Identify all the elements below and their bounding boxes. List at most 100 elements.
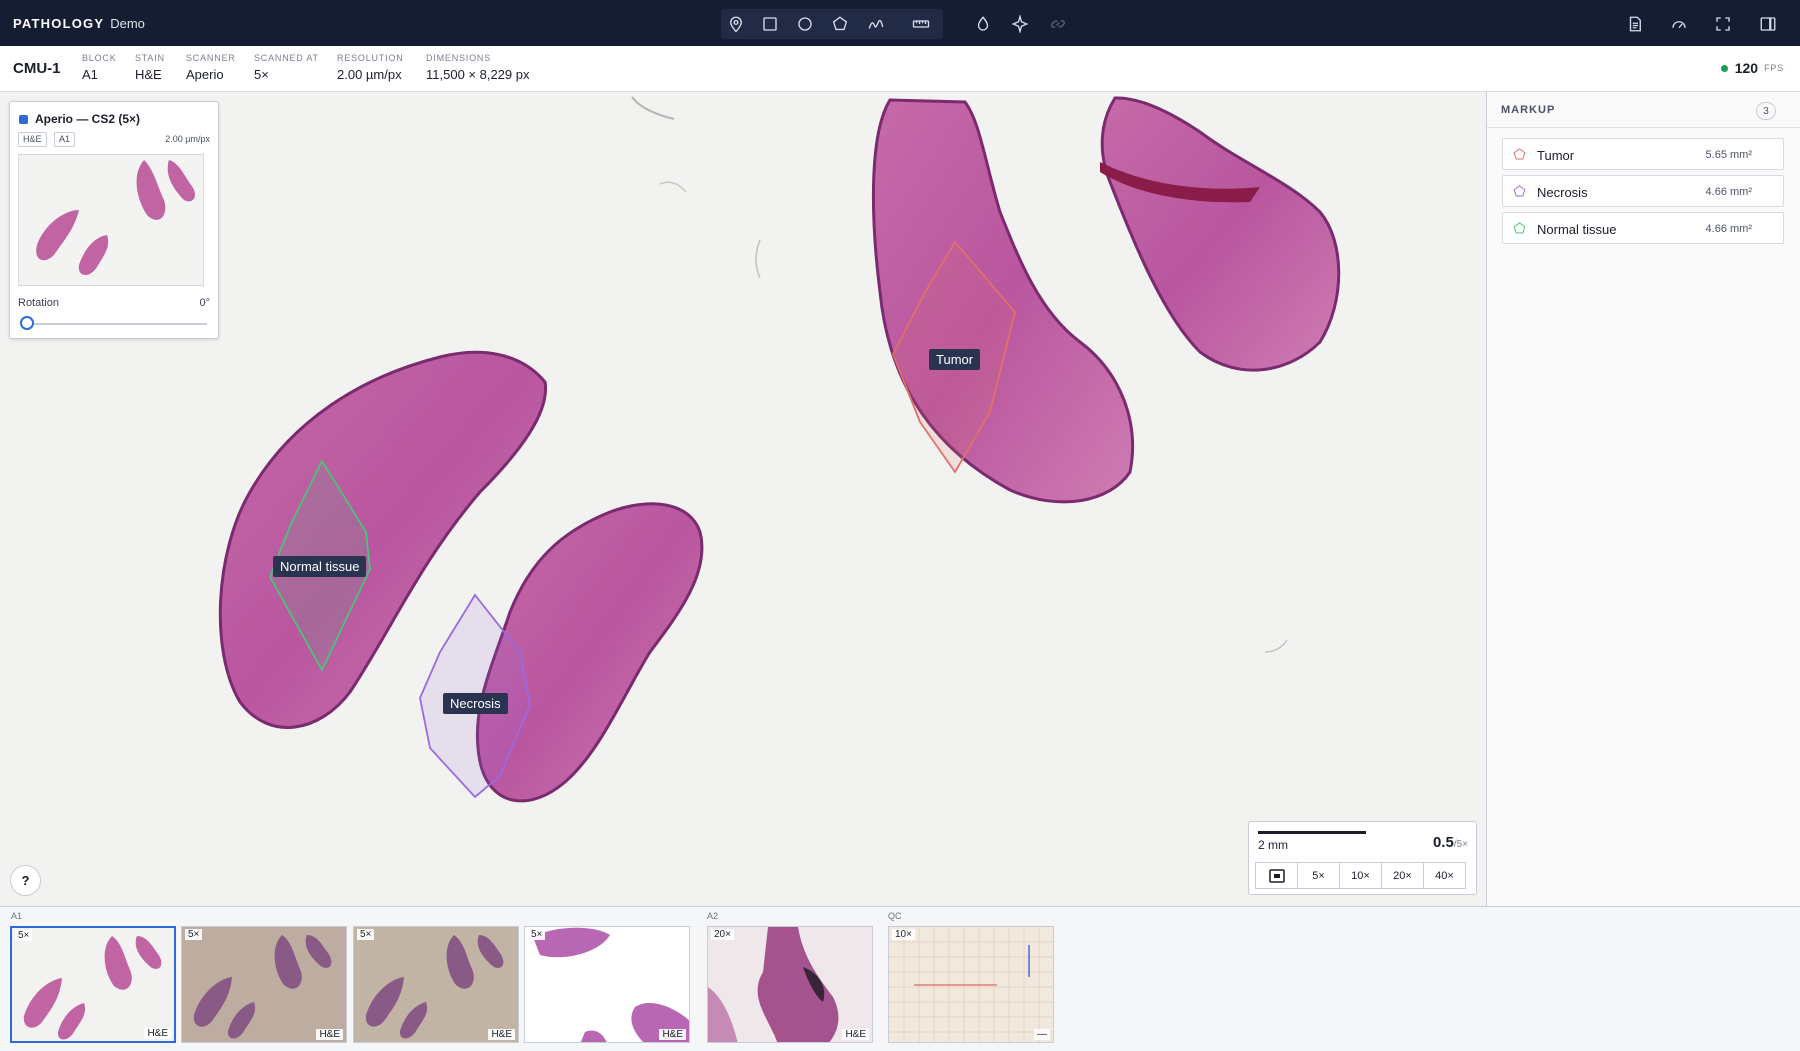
speed-gauge-icon[interactable] bbox=[1664, 9, 1694, 39]
fit-view-button[interactable] bbox=[1255, 862, 1298, 889]
slide-thumbnail[interactable]: 20× H&E bbox=[707, 926, 873, 1043]
ruler-icon[interactable] bbox=[906, 9, 936, 39]
card-stain: H&E bbox=[488, 1029, 515, 1040]
polygon-icon bbox=[1513, 222, 1526, 234]
field-label: STAIN bbox=[135, 53, 165, 63]
rotation-slider-knob[interactable] bbox=[20, 316, 34, 330]
scale-zoom-panel: 2 mm 0.5/5× 5× 10× 20× 40× bbox=[1248, 821, 1477, 895]
overview-title-text: Aperio — CS2 (5×) bbox=[35, 112, 141, 126]
field-value: 2.00 µm/px bbox=[337, 67, 402, 82]
card-magnification: 5× bbox=[528, 929, 546, 940]
markup-count-badge: 3 bbox=[1756, 102, 1776, 120]
fps-value: 120 bbox=[1734, 60, 1759, 76]
stain-drop-icon[interactable] bbox=[968, 9, 998, 39]
markup-panel: MARKUP 3 Tumor 5.65 mm² Necrosis 4.66 mm… bbox=[1487, 92, 1800, 906]
sparkle-icon[interactable] bbox=[1005, 9, 1035, 39]
polygon-icon[interactable] bbox=[825, 9, 855, 39]
fps-indicator: 120 FPS bbox=[1720, 60, 1784, 76]
field-scanned-at: SCANNED AT 5× bbox=[254, 53, 319, 82]
card-magnification: 5× bbox=[185, 929, 203, 940]
field-label: SCANNED AT bbox=[254, 53, 319, 63]
markup-item-name: Tumor bbox=[1537, 148, 1575, 163]
help-button[interactable]: ? bbox=[10, 865, 41, 896]
annotation-label-tumor[interactable]: Tumor bbox=[929, 349, 981, 370]
field-value: 5× bbox=[254, 67, 269, 82]
chip-stain: H&E bbox=[18, 132, 47, 147]
overview-panel: Aperio — CS2 (5×) H&E A1 2.00 µm/px Rota… bbox=[9, 101, 219, 339]
field-value: 11,500 × 8,229 px bbox=[426, 67, 530, 82]
link-icon[interactable] bbox=[1043, 9, 1073, 39]
zoom-value: 0.5 bbox=[1432, 834, 1454, 851]
slide-thumbnail[interactable]: 5× H&E bbox=[10, 926, 176, 1043]
scale-bar-label: 2 mm bbox=[1258, 838, 1288, 852]
field-stain: STAIN H&E bbox=[135, 53, 165, 82]
divider bbox=[1487, 127, 1800, 128]
overview-title: Aperio — CS2 (5×) bbox=[19, 112, 140, 126]
brand-sub: Demo bbox=[110, 16, 145, 31]
card-magnification: 20× bbox=[711, 929, 734, 940]
markup-item-area: 4.66 mm² bbox=[1705, 186, 1752, 198]
markup-header: MARKUP bbox=[1501, 104, 1556, 116]
markup-item-area: 5.65 mm² bbox=[1705, 149, 1752, 161]
group-label-a2: A2 bbox=[707, 911, 719, 921]
rotation-label: Rotation bbox=[18, 297, 59, 309]
field-label: SCANNER bbox=[186, 53, 236, 63]
field-value: Aperio bbox=[186, 67, 224, 82]
freehand-icon[interactable] bbox=[861, 9, 891, 39]
markup-item-normal-tissue[interactable]: Normal tissue 4.66 mm² bbox=[1502, 212, 1784, 244]
card-magnification: 10× bbox=[892, 929, 915, 940]
overview-thumbnail[interactable] bbox=[18, 154, 204, 286]
circle-icon[interactable] bbox=[790, 9, 820, 39]
markup-item-necrosis[interactable]: Necrosis 4.66 mm² bbox=[1502, 175, 1784, 207]
zoom-20x-button[interactable]: 20× bbox=[1381, 862, 1424, 889]
slide-filmstrip: A1 A2 QC 5× H&E 5× H&E 5× H&E 5× H&E 20×… bbox=[0, 906, 1800, 1051]
card-magnification: 5× bbox=[15, 930, 33, 941]
zoom-of: /5× bbox=[1453, 839, 1468, 850]
annotation-label-normal-tissue[interactable]: Normal tissue bbox=[273, 556, 367, 577]
slide-thumbnail[interactable]: 5× H&E bbox=[524, 926, 690, 1043]
card-stain: H&E bbox=[316, 1029, 343, 1040]
card-magnification: 5× bbox=[357, 929, 375, 940]
field-scanner: SCANNER Aperio bbox=[186, 53, 236, 82]
overview-resolution: 2.00 µm/px bbox=[165, 134, 210, 144]
zoom-40x-button[interactable]: 40× bbox=[1423, 862, 1466, 889]
tissue-image bbox=[218, 96, 1341, 803]
group-label-a1: A1 bbox=[11, 911, 23, 921]
top-bar: PATHOLOGY Demo bbox=[0, 0, 1800, 46]
field-label: DIMENSIONS bbox=[426, 53, 492, 63]
markup-item-area: 4.66 mm² bbox=[1705, 223, 1752, 235]
card-stain: H&E bbox=[659, 1029, 686, 1040]
zoom-readout: 0.5/5× bbox=[1433, 834, 1468, 851]
fullscreen-icon[interactable] bbox=[1708, 9, 1738, 39]
zoom-5x-button[interactable]: 5× bbox=[1297, 862, 1340, 889]
panel-toggle-icon[interactable] bbox=[1753, 9, 1783, 39]
polygon-icon bbox=[1513, 148, 1526, 160]
markup-item-tumor[interactable]: Tumor 5.65 mm² bbox=[1502, 138, 1784, 170]
rotation-value: 0° bbox=[199, 297, 210, 309]
slide-viewer-canvas[interactable]: Tumor Necrosis Normal tissue bbox=[0, 92, 1487, 906]
field-value: H&E bbox=[135, 67, 162, 82]
slide-info-bar: CMU-1 BLOCK A1 STAIN H&E SCANNER Aperio SCA… bbox=[0, 46, 1800, 92]
scale-bar bbox=[1258, 831, 1366, 834]
zoom-10x-button[interactable]: 10× bbox=[1339, 862, 1382, 889]
fps-unit: FPS bbox=[1764, 63, 1784, 73]
markup-item-name: Normal tissue bbox=[1537, 222, 1617, 237]
fit-view-icon bbox=[1268, 868, 1285, 883]
brand-name: PATHOLOGY bbox=[13, 16, 105, 31]
report-icon[interactable] bbox=[1620, 9, 1650, 39]
slide-thumbnail[interactable]: 5× H&E bbox=[353, 926, 519, 1043]
markup-item-name: Necrosis bbox=[1537, 185, 1588, 200]
polygon-icon bbox=[1513, 185, 1526, 197]
rotation-slider-track[interactable] bbox=[25, 323, 207, 325]
rectangle-icon[interactable] bbox=[755, 9, 785, 39]
card-stain: H&E bbox=[144, 1028, 171, 1039]
field-block: BLOCK A1 bbox=[82, 53, 117, 82]
field-resolution: RESOLUTION 2.00 µm/px bbox=[337, 53, 404, 82]
slide-thumbnail[interactable]: 5× H&E bbox=[181, 926, 347, 1043]
slide-thumbnail[interactable]: 10× — bbox=[888, 926, 1054, 1043]
pin-icon[interactable] bbox=[721, 9, 751, 39]
annotation-label-necrosis[interactable]: Necrosis bbox=[443, 693, 508, 714]
card-stain: — bbox=[1034, 1029, 1050, 1040]
group-label-qc: QC bbox=[888, 911, 902, 921]
field-label: BLOCK bbox=[82, 53, 117, 63]
